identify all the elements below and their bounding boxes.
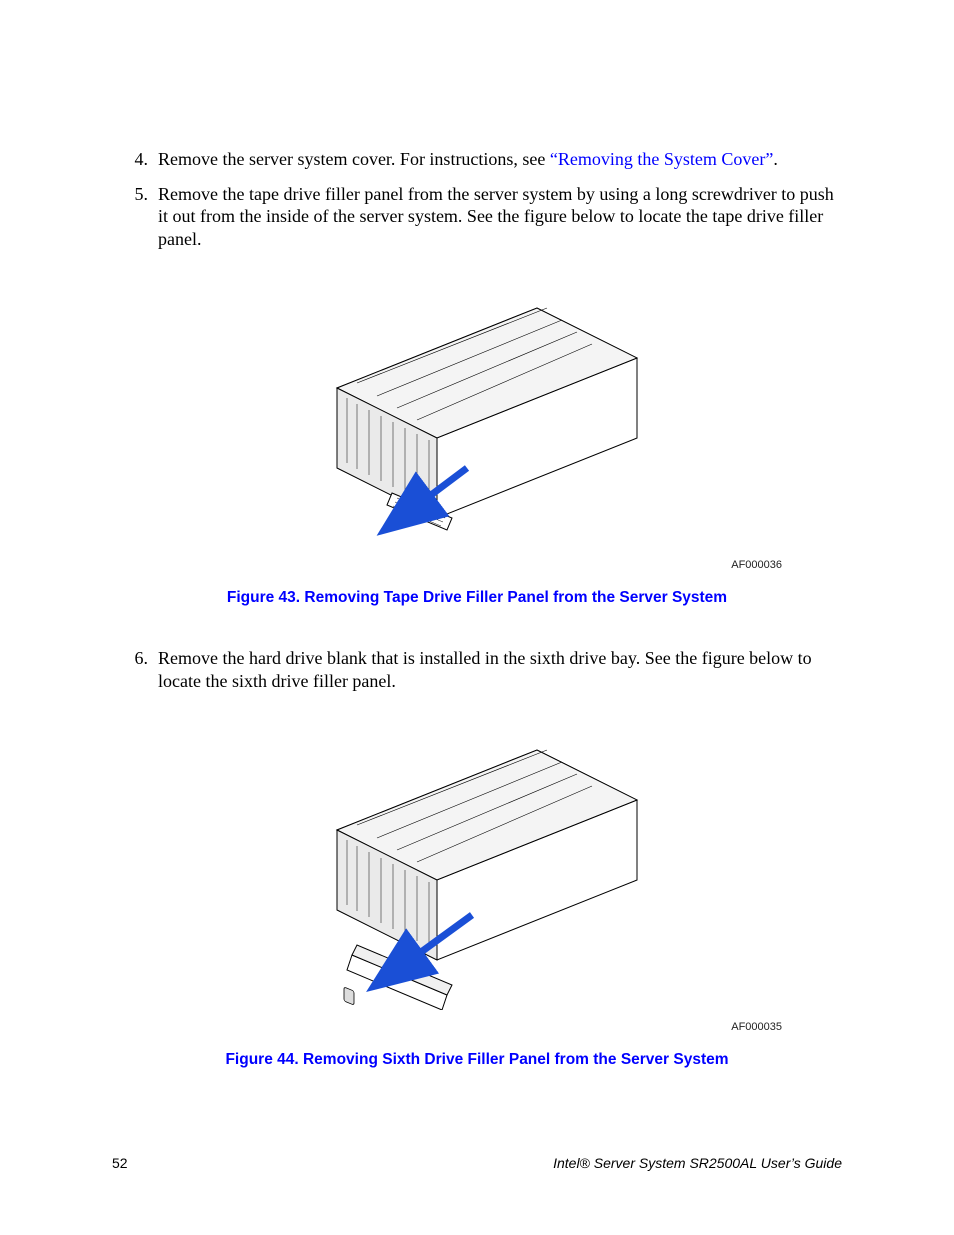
server-diagram-icon: [297, 278, 657, 548]
figure-44: AF000035 Figure 44. Removing Sixth Drive…: [112, 720, 842, 1069]
step-text: Remove the tape drive filler panel from …: [158, 183, 842, 251]
step-number: 5.: [112, 183, 158, 206]
figure-43: AF000036 Figure 43. Removing Tape Drive …: [112, 278, 842, 607]
step-text: Remove the server system cover. For inst…: [158, 148, 842, 171]
instruction-list-continued: 6. Remove the hard drive blank that is i…: [112, 647, 842, 692]
instruction-step-4: 4. Remove the server system cover. For i…: [112, 148, 842, 171]
cross-reference-link[interactable]: “Removing the System Cover”: [550, 149, 773, 169]
instruction-list: 4. Remove the server system cover. For i…: [112, 148, 842, 250]
page-content: 4. Remove the server system cover. For i…: [0, 0, 954, 1069]
page-number: 52: [112, 1155, 128, 1171]
instruction-step-6: 6. Remove the hard drive blank that is i…: [112, 647, 842, 692]
step-number: 6.: [112, 647, 158, 670]
step-text-pre: Remove the server system cover. For inst…: [158, 149, 550, 169]
figure-caption: Figure 44. Removing Sixth Drive Filler P…: [112, 1051, 842, 1069]
figure-reference-number: AF000036: [112, 559, 782, 571]
step-number: 4.: [112, 148, 158, 171]
guide-title: Intel® Server System SR2500AL User’s Gui…: [553, 1155, 842, 1171]
figure-caption: Figure 43. Removing Tape Drive Filler Pa…: [112, 589, 842, 607]
step-text-post: .: [773, 149, 778, 169]
page-footer: 52 Intel® Server System SR2500AL User’s …: [112, 1155, 842, 1171]
server-diagram-icon: [297, 720, 657, 1010]
instruction-step-5: 5. Remove the tape drive filler panel fr…: [112, 183, 842, 251]
step-text: Remove the hard drive blank that is inst…: [158, 647, 842, 692]
figure-reference-number: AF000035: [112, 1021, 782, 1033]
